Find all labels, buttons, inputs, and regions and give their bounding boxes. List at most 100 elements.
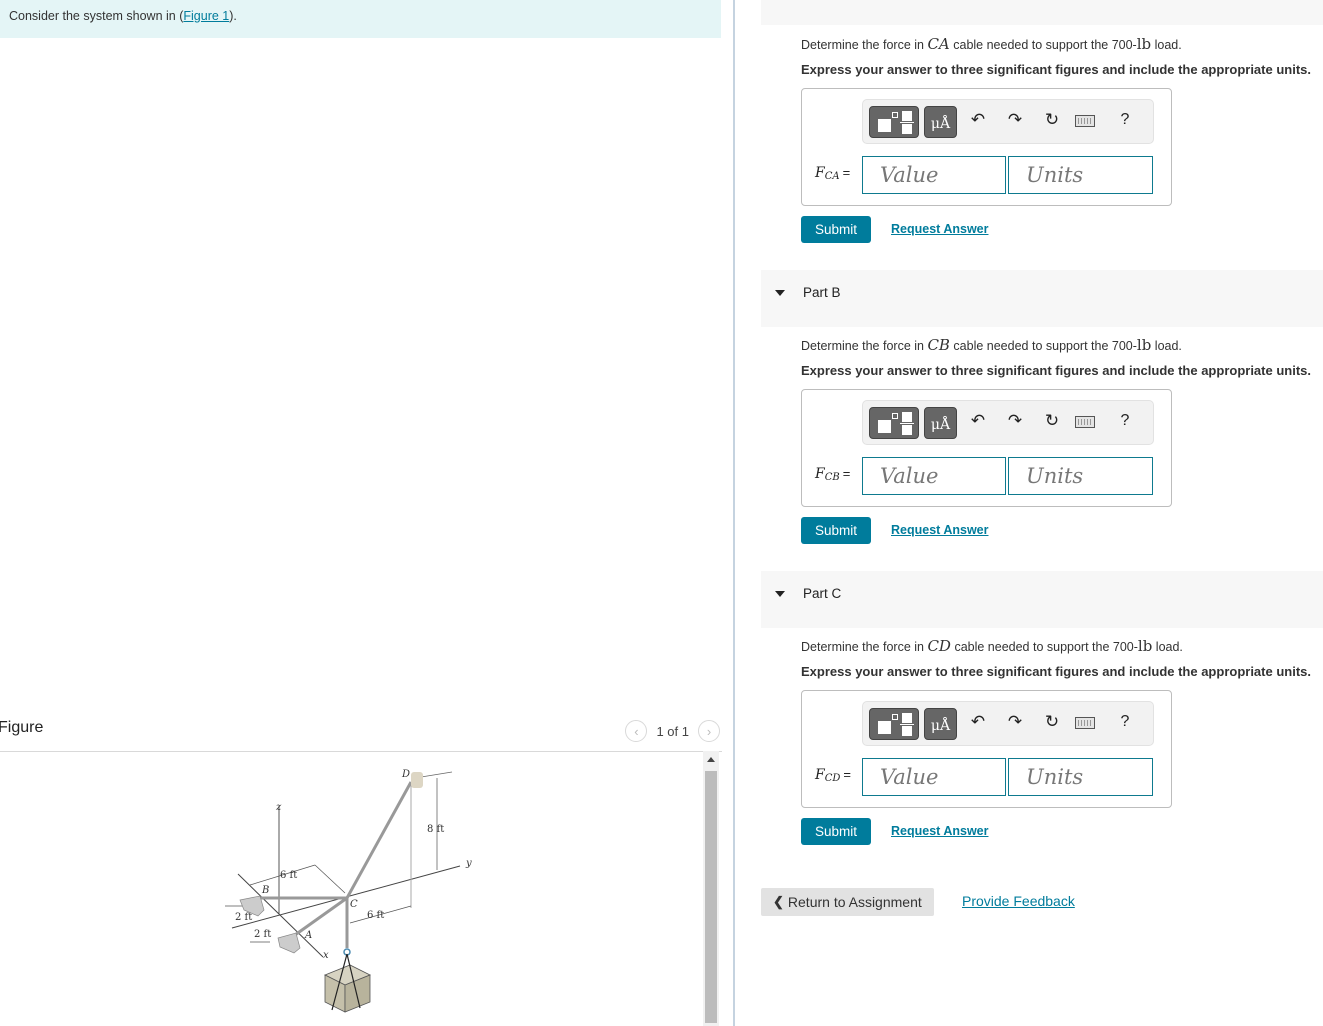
value-input[interactable]: Value [862,758,1006,796]
templates-button[interactable] [869,106,919,138]
part-a-submit-button[interactable]: Submit [801,216,871,243]
keyboard-icon[interactable] [1075,717,1095,729]
equals-sign: = [842,466,851,481]
help-button[interactable]: ? [1113,713,1137,731]
undo-icon[interactable]: ↶ [966,712,990,732]
intro-text-after: ). [229,9,237,23]
templates-icon-part [902,425,912,435]
question-text: cable needed to support the 700- [949,339,1137,353]
templates-icon-part [902,412,912,422]
units-input[interactable]: Units [1008,457,1153,495]
equals-sign: = [842,165,851,180]
dim-6ft-left-tick [314,864,346,894]
units-button[interactable]: μÅ [924,407,957,439]
caret-down-icon [775,591,785,597]
part-c-submit-button[interactable]: Submit [801,818,871,845]
reset-icon[interactable]: ↻ [1040,411,1064,431]
caret-down-icon [775,290,785,296]
label-z: z [275,802,282,813]
part-c-label: Part C [803,586,842,601]
part-c-header[interactable]: Part C [761,571,1323,628]
scroll-thumb[interactable] [705,771,717,1023]
part-b-submit-button[interactable]: Submit [801,517,871,544]
reset-icon[interactable]: ↻ [1040,110,1064,130]
help-button[interactable]: ? [1113,412,1137,430]
var-symbol: F [815,165,825,181]
question-text: load. [1151,38,1182,52]
question-text: Determine the force in [801,640,928,654]
part-b-label: Part B [803,285,841,300]
part-c-instruction: Express your answer to three significant… [801,664,1311,679]
figure-nav: ‹ 1 of 1 › [625,720,720,742]
label-6ft-left: 6 ft [280,870,297,881]
next-figure-button[interactable]: › [698,720,720,742]
label-6ft-right: 6 ft [367,910,384,921]
redo-icon[interactable]: ↷ [1003,712,1027,732]
variable-label: FCD = [815,767,851,784]
units-input[interactable]: Units [1008,156,1153,194]
units-button[interactable]: μÅ [924,708,957,740]
label-a: A [304,930,312,941]
templates-button[interactable] [869,708,919,740]
part-a-request-answer-link[interactable]: Request Answer [891,222,988,236]
figure-scrollbar[interactable] [703,751,719,1026]
redo-icon[interactable]: ↷ [1003,110,1027,130]
label-d: D [401,769,410,780]
support-d [411,772,423,788]
label-x: x [323,950,329,961]
provide-feedback-link[interactable]: Provide Feedback [962,893,1075,909]
templates-button[interactable] [869,407,919,439]
return-to-assignment-button[interactable]: ❮ Return to Assignment [761,888,934,916]
part-a-instruction: Express your answer to three significant… [801,62,1311,77]
figure-diagram: z y x B A C D 8 ft 6 ft 6 ft 2 ft 2 ft [225,769,472,1013]
question-text: cable needed to support the 700- [949,38,1137,52]
templates-icon-part [900,723,914,725]
templates-icon-part [892,112,898,118]
label-c: C [350,899,358,910]
variable-label: FCA = [815,165,850,182]
keyboard-icon[interactable] [1075,115,1095,127]
question-math: CA [927,35,950,53]
units-input[interactable]: Units [1008,758,1153,796]
scroll-up-arrow-icon[interactable] [707,757,715,762]
value-input[interactable]: Value [862,156,1006,194]
left-panel: Consider the system shown in (Figure 1).… [0,0,734,1026]
math-toolbar: μÅ ↶ ↷ ↻ ? [862,400,1154,445]
templates-icon-part [892,413,898,419]
templates-icon [878,119,891,132]
value-input[interactable]: Value [862,457,1006,495]
chevron-left-icon: ‹ [634,723,639,739]
figure-page-indicator: 1 of 1 [656,723,689,739]
figure-header: Figure ‹ 1 of 1 › [0,716,722,752]
previous-figure-button[interactable]: ‹ [625,720,648,742]
question-text: cable needed to support the 700- [950,640,1138,654]
units-button[interactable]: μÅ [924,106,957,138]
question-math: CB [927,336,950,354]
reset-icon[interactable]: ↻ [1040,712,1064,732]
question-unit: lb [1136,35,1152,53]
part-c-request-answer-link[interactable]: Request Answer [891,824,988,838]
part-b-request-answer-link[interactable]: Request Answer [891,523,988,537]
question-text: load. [1152,640,1183,654]
undo-icon[interactable]: ↶ [966,110,990,130]
figure-title: Figure [0,719,44,736]
templates-icon-part [900,121,914,123]
help-button[interactable]: ? [1113,111,1137,129]
var-subscript: CA [824,171,840,182]
cable-cd [345,781,413,899]
templates-icon-part [892,714,898,720]
question-math: CD [927,637,951,655]
undo-icon[interactable]: ↶ [966,411,990,431]
part-c-question: Determine the force in CD cable needed t… [801,637,1183,655]
templates-icon-part [902,726,912,736]
redo-icon[interactable]: ↷ [1003,411,1027,431]
question-text: Determine the force in [801,38,928,52]
templates-icon-part [902,713,912,723]
panel-divider[interactable] [733,0,735,1026]
keyboard-icon[interactable] [1075,416,1095,428]
math-toolbar: μÅ ↶ ↷ ↻ ? [862,701,1154,746]
var-subscript: CD [824,773,841,784]
figure-link[interactable]: Figure 1 [183,9,229,23]
part-a-answer-box: μÅ ↶ ↷ ↻ ? FCA = Value Units [801,88,1172,206]
part-b-header[interactable]: Part B [761,270,1323,327]
